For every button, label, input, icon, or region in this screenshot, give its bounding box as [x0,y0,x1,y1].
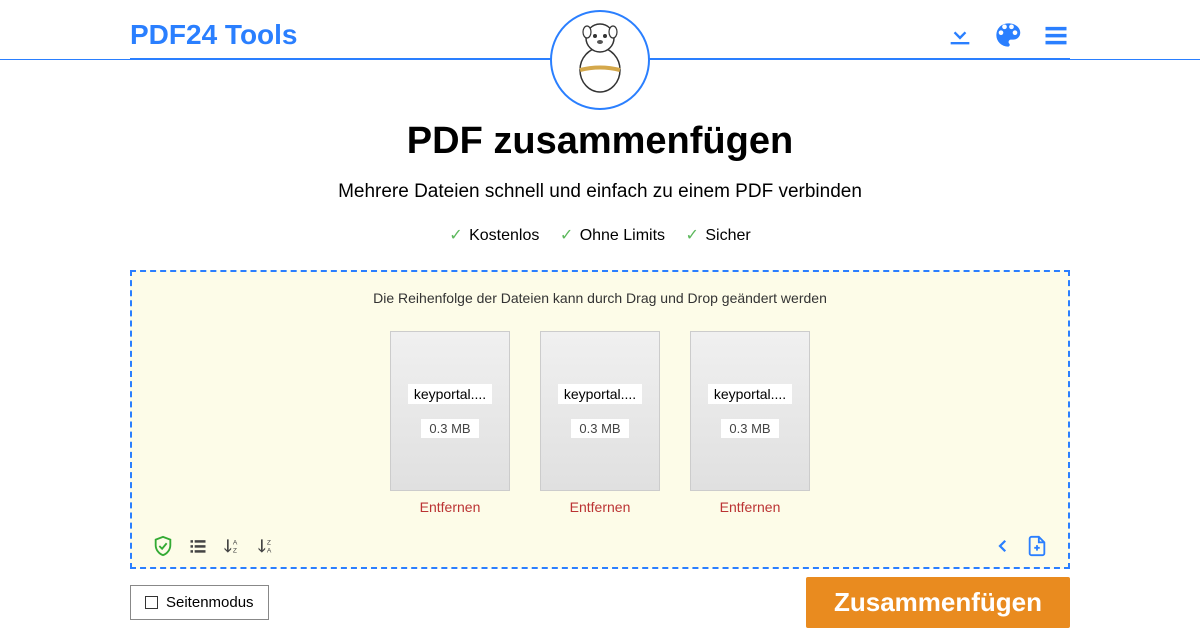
svg-text:Z: Z [267,539,271,546]
check-icon: ✓ [449,227,462,244]
dropzone-toolbar: AZ ZA [152,535,1048,557]
file-list: keyportal.... 0.3 MB Entfernen keyportal… [152,331,1048,515]
file-item: keyportal.... 0.3 MB Entfernen [390,331,510,515]
main-content: PDF zusammenfügen Mehrere Dateien schnel… [0,60,1200,628]
page-mode-label: Seitenmodus [166,594,254,611]
file-name: keyportal.... [708,384,792,404]
check-icon: ✓ [686,227,699,244]
file-size: 0.3 MB [571,419,628,438]
svg-text:A: A [233,539,238,546]
add-file-icon[interactable] [1026,535,1048,557]
drop-hint: Die Reihenfolge der Dateien kann durch D… [152,290,1048,306]
checkbox-icon [145,596,158,609]
remove-button[interactable]: Entfernen [720,499,781,515]
menu-icon[interactable] [1042,21,1070,49]
header-actions [946,21,1070,49]
download-icon[interactable] [946,21,974,49]
file-item: keyportal.... 0.3 MB Entfernen [690,331,810,515]
file-size: 0.3 MB [721,419,778,438]
feature-free: Kostenlos [469,227,539,244]
file-size: 0.3 MB [421,419,478,438]
sort-za-icon[interactable]: ZA [256,536,276,556]
file-item: keyportal.... 0.3 MB Entfernen [540,331,660,515]
feature-list: ✓ Kostenlos ✓ Ohne Limits ✓ Sicher [130,225,1070,245]
chevron-left-icon[interactable] [994,537,1012,555]
feature-nolimits: Ohne Limits [580,227,665,244]
page-subtitle: Mehrere Dateien schnell und einfach zu e… [130,181,1070,203]
page-mode-toggle[interactable]: Seitenmodus [130,585,269,620]
page-title: PDF zusammenfügen [130,120,1070,163]
sort-az-icon[interactable]: AZ [222,536,242,556]
shield-icon[interactable] [152,535,174,557]
svg-text:Z: Z [233,548,237,555]
file-thumbnail[interactable]: keyportal.... 0.3 MB [690,331,810,491]
remove-button[interactable]: Entfernen [570,499,631,515]
file-thumbnail[interactable]: keyportal.... 0.3 MB [540,331,660,491]
merge-button[interactable]: Zusammenfügen [806,577,1070,628]
list-icon[interactable] [188,536,208,556]
file-dropzone[interactable]: Die Reihenfolge der Dateien kann durch D… [130,270,1070,569]
check-icon: ✓ [560,227,573,244]
palette-icon[interactable] [994,21,1022,49]
remove-button[interactable]: Entfernen [420,499,481,515]
file-name: keyportal.... [408,384,492,404]
action-row: Seitenmodus Zusammenfügen [130,577,1070,628]
svg-text:A: A [267,548,272,555]
brand-logo[interactable]: PDF24 Tools [130,19,298,51]
mascot-logo [550,10,650,110]
file-thumbnail[interactable]: keyportal.... 0.3 MB [390,331,510,491]
feature-secure: Sicher [705,227,750,244]
file-name: keyportal.... [558,384,642,404]
